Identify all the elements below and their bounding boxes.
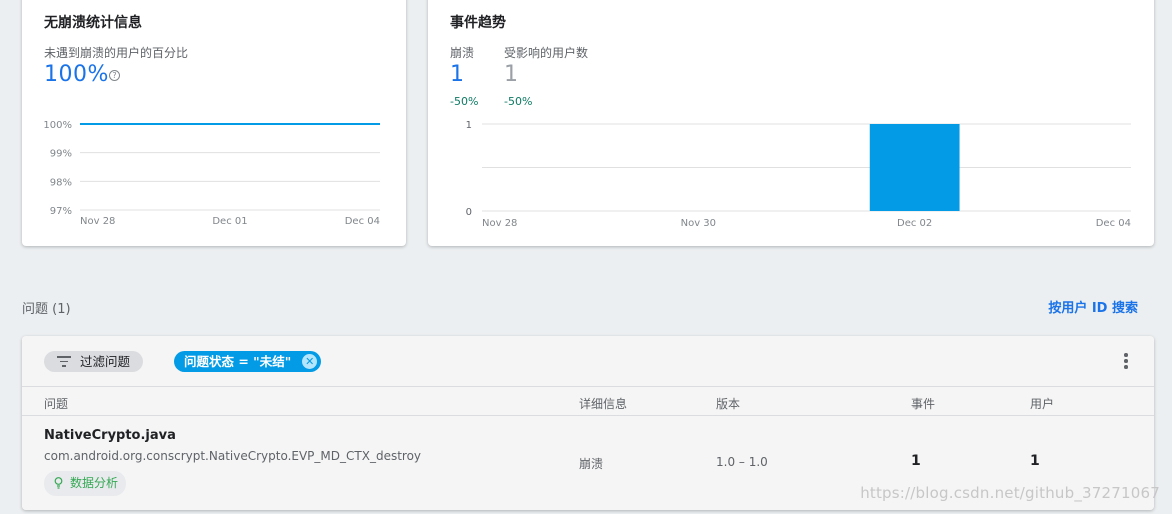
filter-icon (57, 356, 71, 367)
event-trend-card: 事件趋势 崩溃 1 -50% 受影响的用户数 1 -50% 1 0 Nov 28 No… (428, 0, 1154, 246)
crash-free-chart: 100% 99% 98% 97% Nov 28 Dec 01 Dec 04 (43, 120, 380, 227)
x-tick-label: Dec 04 (345, 216, 380, 227)
y-tick-label: 99% (50, 149, 72, 160)
x-tick-label: Dec 01 (212, 216, 247, 227)
column-version[interactable]: 版本 (716, 395, 740, 412)
x-tick-label: Nov 30 (681, 218, 716, 229)
issue-events: 1 (911, 453, 921, 469)
x-tick-label: Dec 04 (1096, 218, 1131, 229)
bar (869, 124, 960, 211)
y-tick-label: 1 (466, 120, 472, 131)
filter-issues-label: 过滤问题 (80, 354, 131, 369)
issue-title[interactable]: NativeCrypto.java (44, 428, 176, 443)
status-filter-chip[interactable]: 问题状态 = "未结" ✕ (174, 351, 322, 372)
table-header: 问题 详细信息 版本 事件 用户 (22, 388, 1154, 416)
y-tick-label: 0 (466, 207, 472, 218)
lightbulb-icon (54, 477, 63, 489)
y-tick-label: 100% (43, 120, 72, 131)
more-vert-icon[interactable] (1120, 352, 1132, 370)
y-tick-label: 98% (50, 177, 72, 188)
search-by-user-id-link[interactable]: 按用户 ID 搜索 (1048, 297, 1138, 316)
event-trend-chart: 1 0 Nov 28 Nov 30 Dec 02 Dec 04 (466, 120, 1131, 229)
close-icon[interactable]: ✕ (302, 354, 318, 369)
column-events[interactable]: 事件 (911, 395, 935, 412)
issue-details: 崩溃 (579, 457, 604, 471)
filter-issues-button[interactable]: 过滤问题 (44, 351, 144, 372)
issue-subtitle: com.android.org.conscrypt.NativeCrypto.E… (44, 449, 422, 463)
issue-users: 1 (1030, 453, 1040, 469)
x-tick-label: Nov 28 (80, 216, 115, 227)
watermark: https://blog.csdn.net/github_37271067 (860, 484, 1160, 502)
crash-free-card: 无崩溃统计信息 未遇到崩溃的用户的百分比 100% ? 100% 99% 98% 97… (22, 0, 406, 246)
analytics-chip[interactable]: 数据分析 (44, 471, 127, 496)
status-filter-label: 问题状态 = "未结" (184, 354, 292, 369)
column-issue[interactable]: 问题 (44, 395, 68, 412)
column-details[interactable]: 详细信息 (579, 395, 627, 412)
column-users[interactable]: 用户 (1030, 395, 1054, 412)
filter-bar: 过滤问题 问题状态 = "未结" ✕ (22, 336, 1154, 387)
issues-header: 问题 (1) (22, 302, 71, 317)
x-tick-label: Dec 02 (897, 218, 932, 229)
analytics-chip-label: 数据分析 (70, 476, 119, 490)
issue-version: 1.0 – 1.0 (716, 455, 768, 469)
x-tick-label: Nov 28 (482, 218, 517, 229)
y-tick-label: 97% (50, 206, 72, 217)
